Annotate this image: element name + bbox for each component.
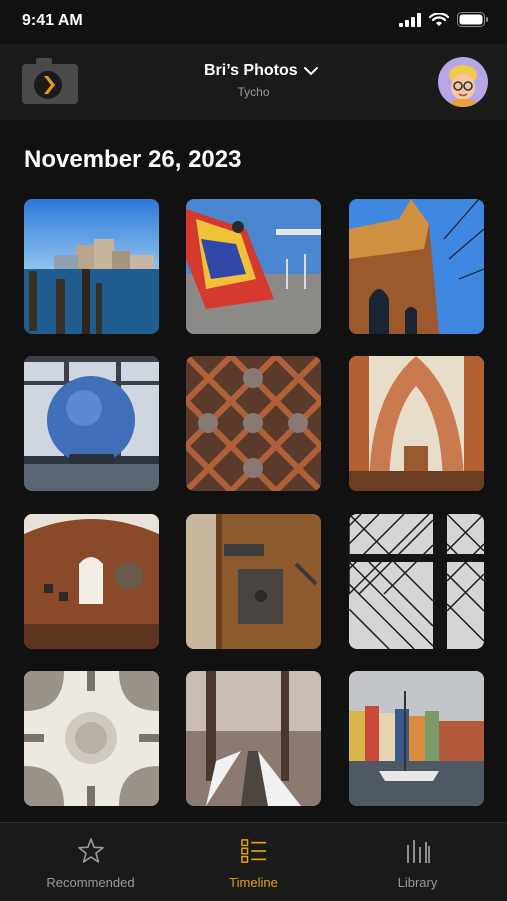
signal-icon xyxy=(399,12,421,27)
photo-thumbnail[interactable] xyxy=(24,356,159,491)
photo-thumbnail[interactable] xyxy=(186,199,321,334)
user-avatar[interactable] xyxy=(438,57,488,107)
status-icons xyxy=(399,12,489,27)
star-icon xyxy=(78,838,104,863)
library-title: Bri’s Photos xyxy=(204,62,298,79)
photo-thumbnail[interactable] xyxy=(186,356,321,491)
section-date-heading: November 26, 2023 xyxy=(24,146,242,173)
battery-icon xyxy=(457,12,488,27)
library-subtitle: Tycho xyxy=(237,85,270,99)
status-time: 9:41 AM xyxy=(22,12,83,29)
tab-label: Timeline xyxy=(229,875,278,890)
tab-library[interactable]: Library xyxy=(333,823,502,901)
photo-thumbnail[interactable] xyxy=(349,199,484,334)
wifi-icon xyxy=(429,12,449,26)
photo-thumbnail[interactable] xyxy=(349,514,484,649)
photo-thumbnail[interactable] xyxy=(24,514,159,649)
photo-thumbnail[interactable] xyxy=(349,356,484,491)
library-icon xyxy=(407,840,430,863)
chevron-down-icon xyxy=(303,67,318,76)
status-bar: 9:41 AM xyxy=(0,0,507,44)
tab-recommended[interactable]: Recommended xyxy=(6,823,175,901)
photo-thumbnail[interactable] xyxy=(24,671,159,806)
photo-thumbnail[interactable] xyxy=(186,514,321,649)
photo-thumbnail[interactable] xyxy=(24,199,159,334)
tab-label: Library xyxy=(397,875,438,890)
tab-label: Recommended xyxy=(46,875,135,890)
photo-thumbnail[interactable] xyxy=(349,671,484,806)
app-header: Bri’s Photos Tycho xyxy=(0,44,507,120)
tab-timeline[interactable]: Timeline xyxy=(169,823,338,901)
library-switcher[interactable]: Bri’s Photos xyxy=(204,62,318,80)
photo-thumbnail[interactable] xyxy=(186,671,321,806)
bottom-tab-bar: Recommended Timeline Library xyxy=(0,822,507,901)
timeline-list-icon xyxy=(241,839,267,863)
